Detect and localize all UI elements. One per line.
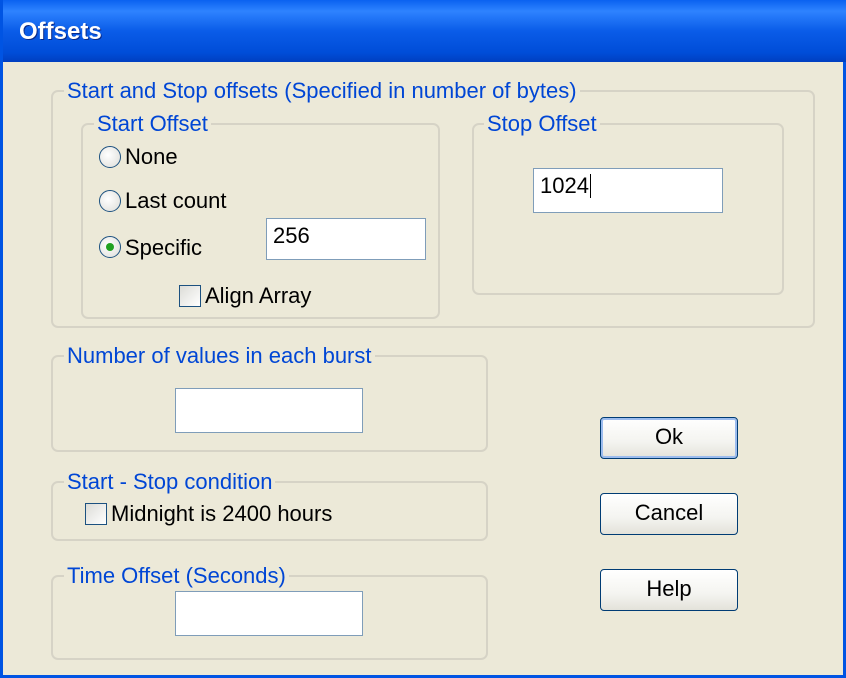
radio-none[interactable] — [99, 146, 121, 168]
burst-count-input[interactable] — [175, 388, 363, 433]
burst-group-legend: Number of values in each burst — [64, 343, 375, 369]
start-offset-legend: Start Offset — [94, 111, 211, 137]
offsets-group-legend: Start and Stop offsets (Specified in num… — [64, 78, 580, 104]
ok-button[interactable]: Ok — [600, 417, 738, 459]
stop-offset-legend: Stop Offset — [484, 111, 600, 137]
radio-none-label[interactable]: None — [125, 144, 178, 170]
time-offset-input[interactable] — [175, 591, 363, 636]
align-array-checkbox[interactable] — [179, 285, 201, 307]
specific-offset-input[interactable]: 256 — [266, 218, 426, 260]
radio-last-count[interactable] — [99, 190, 121, 212]
midnight-checkbox[interactable] — [85, 503, 107, 525]
text-caret — [589, 174, 591, 198]
radio-specific[interactable] — [99, 236, 121, 258]
title-bar[interactable]: Offsets — [3, 0, 846, 62]
window-title: Offsets — [19, 18, 102, 45]
stop-offset-value: 1024 — [540, 173, 589, 198]
start-stop-legend: Start - Stop condition — [64, 469, 276, 495]
offsets-dialog: Offsets Start and Stop offsets (Specifie… — [0, 0, 846, 678]
help-button[interactable]: Help — [600, 569, 738, 611]
stop-offset-input[interactable]: 1024 — [533, 168, 723, 213]
radio-specific-label[interactable]: Specific — [125, 235, 202, 261]
align-array-label[interactable]: Align Array — [205, 283, 311, 309]
time-offset-legend: Time Offset (Seconds) — [64, 563, 289, 589]
radio-last-count-label[interactable]: Last count — [125, 188, 227, 214]
specific-offset-value: 256 — [273, 223, 310, 248]
midnight-label[interactable]: Midnight is 2400 hours — [111, 501, 332, 527]
cancel-button[interactable]: Cancel — [600, 493, 738, 535]
